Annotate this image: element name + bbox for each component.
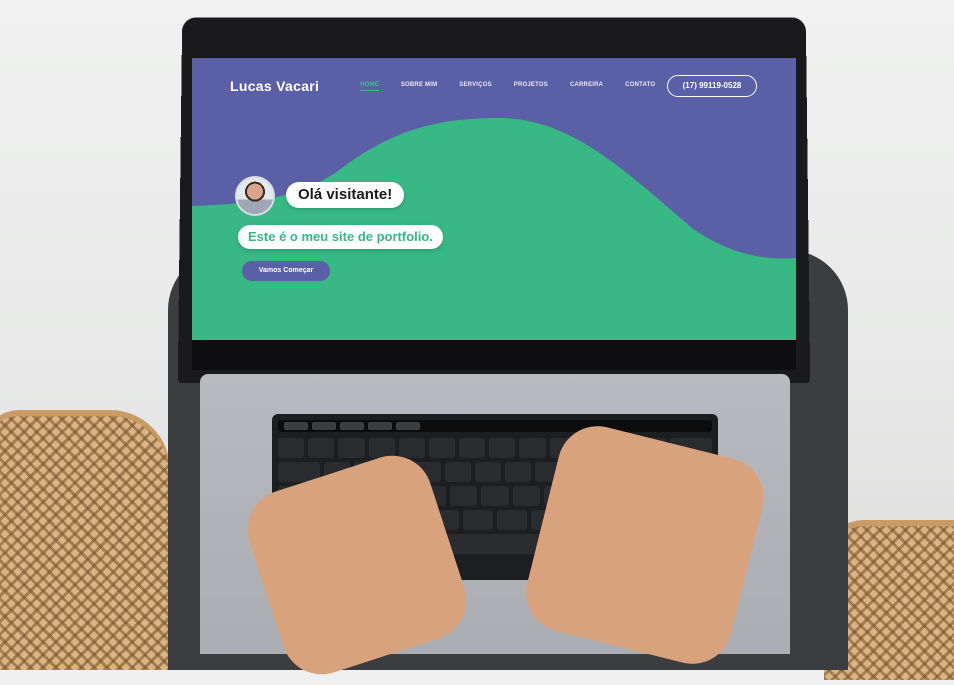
nav-sobre-mim[interactable]: SOBRE MIM xyxy=(401,82,437,88)
touch-bar xyxy=(278,420,712,432)
nav-projetos[interactable]: PROJETOS xyxy=(514,82,548,88)
nav-carreira[interactable]: CARREIRA xyxy=(570,82,603,88)
site-logo[interactable]: Lucas Vacari xyxy=(230,78,319,94)
site-header: Lucas Vacari HOME SOBRE MIM SERVIÇOS PRO… xyxy=(192,58,796,108)
greeting-bubble: Olá visitante! xyxy=(286,182,405,208)
nav-contato[interactable]: CONTATO xyxy=(625,82,655,88)
tagline-bubble: Este é o meu site de portfolio. xyxy=(238,225,443,249)
laptop-screen: Lucas Vacari HOME SOBRE MIM SERVIÇOS PRO… xyxy=(192,58,796,340)
avatar xyxy=(235,176,275,216)
wicker-chair-left xyxy=(0,410,170,670)
nav-home[interactable]: HOME xyxy=(360,82,379,91)
phone-button[interactable]: (17) 99119-0528 xyxy=(667,75,757,97)
screen-bezel xyxy=(192,340,796,370)
main-nav: HOME SOBRE MIM SERVIÇOS PROJETOS CARREIR… xyxy=(360,82,677,91)
start-button[interactable]: Vamos Começar xyxy=(242,261,330,281)
photo-scene: Lucas Vacari HOME SOBRE MIM SERVIÇOS PRO… xyxy=(0,0,954,685)
nav-servicos[interactable]: SERVIÇOS xyxy=(459,82,492,88)
